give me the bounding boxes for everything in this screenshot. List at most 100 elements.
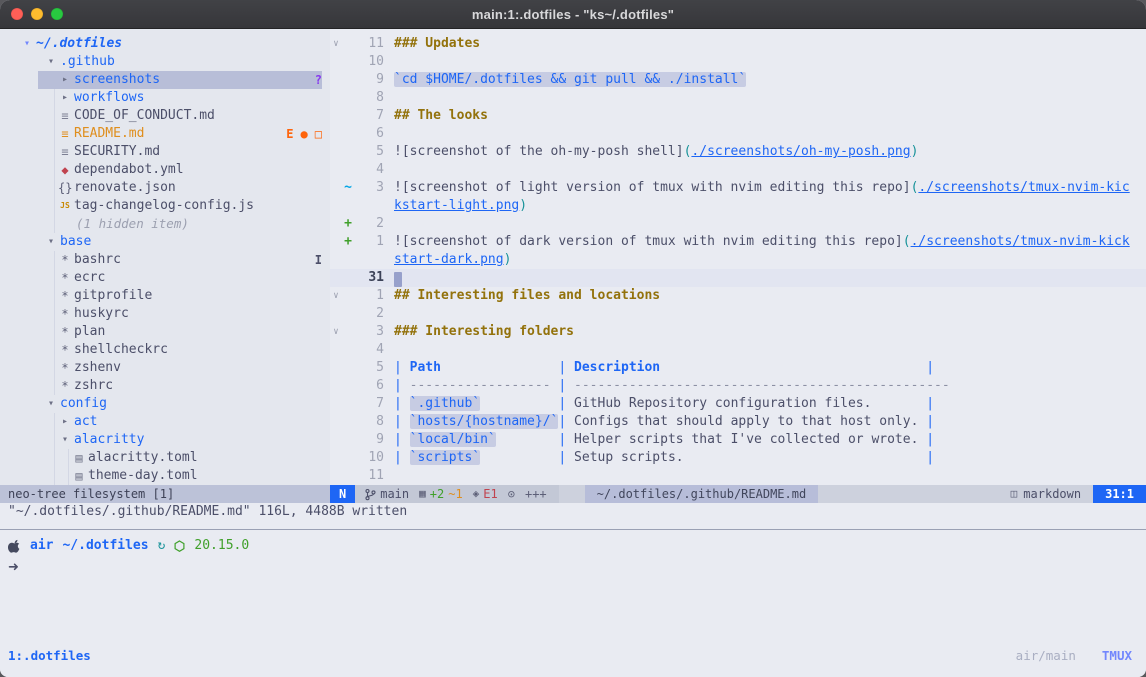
fold-icon[interactable] <box>330 143 342 161</box>
fold-icon[interactable] <box>330 413 342 431</box>
tree-item[interactable]: {} renovate.json <box>0 179 330 197</box>
fold-icon[interactable] <box>330 215 342 233</box>
editor-line[interactable]: 8 | `hosts/{hostname}/`| Configs that sh… <box>330 413 1146 431</box>
fold-icon[interactable] <box>330 107 342 125</box>
editor-line[interactable]: kstart-light.png) <box>330 197 1146 215</box>
expander-icon[interactable]: ▸ <box>58 71 72 89</box>
editor-line[interactable]: 5 ![screenshot of the oh-my-posh shell](… <box>330 143 1146 161</box>
diff-changed: ~1 <box>448 485 462 503</box>
editor-line[interactable]: 9 | `local/bin` | Helper scripts that I'… <box>330 431 1146 449</box>
tree-item[interactable]: ▸ workflows <box>0 89 330 107</box>
tree-item[interactable]: ▾ base <box>0 233 330 251</box>
tree-item[interactable]: ≡ CODE_OF_CONDUCT.md <box>0 107 330 125</box>
fold-icon[interactable] <box>330 233 342 251</box>
tree-item[interactable]: JS tag-changelog-config.js <box>0 197 330 215</box>
markdown-link[interactable]: kstart-light.png <box>394 198 519 213</box>
tree-item[interactable]: * plan <box>0 323 330 341</box>
fold-icon[interactable] <box>330 305 342 323</box>
tree-item[interactable]: ▾ .github <box>0 53 330 71</box>
minimize-button[interactable] <box>31 8 43 20</box>
markdown-link[interactable]: start-dark.png <box>394 252 504 267</box>
editor-line[interactable]: ∨ 3 ### Interesting folders <box>330 323 1146 341</box>
editor-line[interactable]: 6 <box>330 125 1146 143</box>
tree-item[interactable]: ▾ config <box>0 395 330 413</box>
editor-line[interactable]: 4 <box>330 341 1146 359</box>
tree-item[interactable]: * huskyrc <box>0 305 330 323</box>
tree-item[interactable]: * ecrc <box>0 269 330 287</box>
fold-icon[interactable] <box>330 89 342 107</box>
editor-line[interactable]: 8 <box>330 89 1146 107</box>
editor-line[interactable]: 11 <box>330 467 1146 485</box>
fold-icon[interactable] <box>330 161 342 179</box>
tree-item[interactable]: * shellcheckrc <box>0 341 330 359</box>
git-sign: + <box>342 215 354 233</box>
editor-line[interactable]: 7 ## The looks <box>330 107 1146 125</box>
markdown-link[interactable]: ./screenshots/tmux-nvim-kic <box>918 180 1129 195</box>
markdown-link[interactable]: ./screenshots/tmux-nvim-kick <box>911 234 1130 249</box>
tmux-pane-border[interactable] <box>0 529 1146 530</box>
expander-icon[interactable]: ▾ <box>44 395 58 413</box>
editor-line[interactable]: 6 | ------------------ | ---------------… <box>330 377 1146 395</box>
tree-item[interactable]: * zshrc <box>0 377 330 395</box>
title-bar[interactable]: main:1:.dotfiles - "ks~/.dotfiles" <box>0 0 1146 29</box>
fold-icon[interactable] <box>330 377 342 395</box>
fold-icon[interactable] <box>330 179 342 197</box>
editor-line[interactable]: 7 | `.github` | GitHub Repository config… <box>330 395 1146 413</box>
tree-item[interactable]: * bashrc I <box>0 251 330 269</box>
markdown-link[interactable]: ./screenshots/oh-my-posh.png <box>691 144 910 159</box>
fold-icon[interactable] <box>330 467 342 485</box>
fold-icon[interactable] <box>330 197 342 215</box>
text-segment: ### Interesting folders <box>394 324 574 339</box>
tree-item[interactable]: ▸ screenshots ? <box>0 71 330 89</box>
expander-icon[interactable]: ▾ <box>58 431 72 449</box>
tmux-window-label[interactable]: 1:.dotfiles <box>8 647 91 665</box>
expander-icon[interactable]: ▸ <box>58 413 72 431</box>
fold-icon[interactable] <box>330 269 342 287</box>
fold-icon[interactable] <box>330 431 342 449</box>
tree-item[interactable]: ▸ act <box>0 413 330 431</box>
tree-item[interactable]: ▤ alacritty.toml <box>0 449 330 467</box>
editor-line[interactable]: ∨ 11 ### Updates <box>330 35 1146 53</box>
editor-line[interactable]: 10 <box>330 53 1146 71</box>
shell-input-line[interactable]: ➜ <box>8 559 19 577</box>
close-button[interactable] <box>11 8 23 20</box>
editor-pane[interactable]: ∨ 11 ### Updates 10 9 `cd $HOME/.dotfile… <box>330 29 1146 485</box>
fold-icon[interactable] <box>330 341 342 359</box>
editor-line[interactable]: + 1 ![screenshot of dark version of tmux… <box>330 233 1146 251</box>
tree-item[interactable]: (1 hidden item) <box>0 215 330 233</box>
editor-line[interactable]: ~ 3 ![screenshot of light version of tmu… <box>330 179 1146 197</box>
fold-icon[interactable] <box>330 125 342 143</box>
tree-item[interactable]: * gitprofile <box>0 287 330 305</box>
expander-icon[interactable]: ▾ <box>44 233 58 251</box>
expander-icon[interactable]: ▾ <box>20 35 34 53</box>
editor-line[interactable]: 5 | Path | Description | <box>330 359 1146 377</box>
editor-line[interactable]: 2 <box>330 305 1146 323</box>
fold-icon[interactable] <box>330 71 342 89</box>
fold-icon[interactable]: ∨ <box>330 287 342 305</box>
editor-line[interactable]: start-dark.png) <box>330 251 1146 269</box>
tree-item[interactable]: ▾ alacritty <box>0 431 330 449</box>
editor-line[interactable]: 31 <box>330 269 1146 287</box>
tree-item[interactable]: ◆ dependabot.yml <box>0 161 330 179</box>
editor-line[interactable]: 9 `cd $HOME/.dotfiles && git pull && ./i… <box>330 71 1146 89</box>
editor-line[interactable]: ∨ 1 ## Interesting files and locations <box>330 287 1146 305</box>
fold-icon[interactable] <box>330 395 342 413</box>
tree-item[interactable]: * zshenv <box>0 359 330 377</box>
editor-line[interactable]: + 2 <box>330 215 1146 233</box>
fold-icon[interactable] <box>330 251 342 269</box>
tree-item[interactable]: ≡ SECURITY.md <box>0 143 330 161</box>
fold-icon[interactable]: ∨ <box>330 323 342 341</box>
fold-icon[interactable] <box>330 449 342 467</box>
fold-icon[interactable]: ∨ <box>330 35 342 53</box>
zoom-button[interactable] <box>51 8 63 20</box>
fold-icon[interactable] <box>330 53 342 71</box>
tree-item[interactable]: ▤ theme-day.toml <box>0 467 330 485</box>
expander-icon[interactable]: ▸ <box>58 89 72 107</box>
tree-item[interactable]: ▾ ~/.dotfiles <box>0 35 330 53</box>
expander-icon[interactable]: ▾ <box>44 53 58 71</box>
fold-icon[interactable] <box>330 359 342 377</box>
line-content: | `local/bin` | Helper scripts that I've… <box>394 431 934 449</box>
tree-item[interactable]: ≡ README.md E●□ <box>0 125 330 143</box>
editor-line[interactable]: 4 <box>330 161 1146 179</box>
editor-line[interactable]: 10 | `scripts` | Setup scripts. | <box>330 449 1146 467</box>
